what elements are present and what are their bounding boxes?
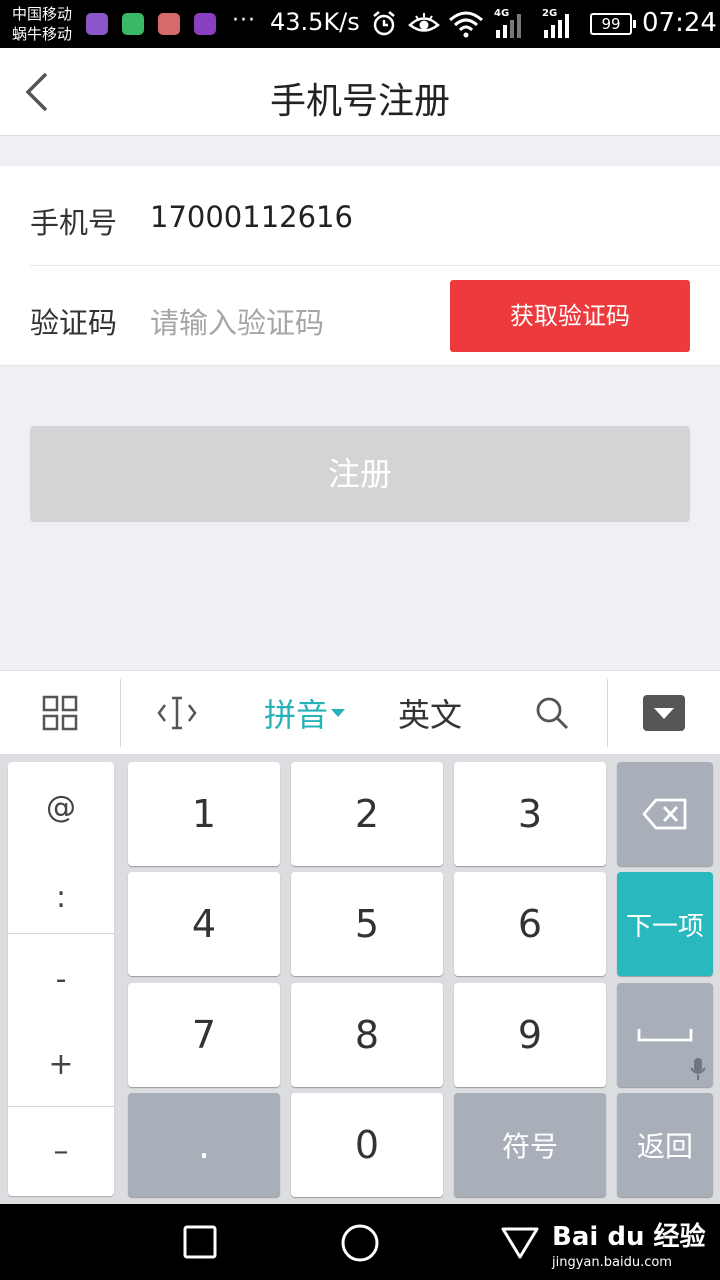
digit-key-4[interactable]: 4 — [128, 872, 280, 976]
carrier-name-2: 蜗牛移动 — [12, 25, 73, 43]
get-code-button[interactable]: 获取验证码 — [450, 280, 690, 352]
symbol-key[interactable]: - — [8, 962, 114, 997]
grid-icon — [42, 695, 78, 731]
symbol-key[interactable]: + — [8, 1047, 114, 1082]
digit-key-0[interactable]: 0 — [291, 1093, 443, 1197]
signal-2g-icon — [544, 14, 569, 38]
symbol-key[interactable]: – — [8, 1134, 114, 1169]
network-speed: 43.5K/s — [270, 8, 360, 36]
cursor-button[interactable] — [122, 671, 232, 755]
baidu-watermark: Bai du 经验 jingyan.baidu.com — [552, 1216, 706, 1270]
notification-app-icon — [122, 13, 144, 35]
carrier-name-1: 中国移动 — [12, 5, 73, 23]
registration-form: 手机号 17000112616 验证码 请输入验证码 获取验证码 — [0, 166, 720, 366]
divider — [8, 1106, 114, 1107]
english-label: 英文 — [397, 696, 462, 734]
recent-apps-button[interactable] — [182, 1224, 218, 1260]
microphone-icon — [690, 1058, 706, 1080]
numeric-keyboard: @ : - + – 1 2 3 4 5 6 下一项 7 8 9 . 0 符号 返… — [0, 754, 720, 1204]
digit-key-8[interactable]: 8 — [291, 983, 443, 1087]
dropdown-triangle-icon — [331, 709, 345, 717]
divider — [30, 265, 720, 266]
next-field-key[interactable]: 下一项 — [617, 872, 713, 976]
space-icon — [637, 1029, 693, 1042]
digit-key-9[interactable]: 9 — [454, 983, 606, 1087]
notification-app-icon — [158, 13, 180, 35]
register-button[interactable]: 注册 — [30, 426, 690, 522]
collapse-keyboard-icon — [643, 695, 685, 731]
digit-key-5[interactable]: 5 — [291, 872, 443, 976]
more-notifications-icon: ··· — [232, 8, 256, 33]
return-key[interactable]: 返回 — [617, 1093, 713, 1197]
symbol-column[interactable]: @ : - + – — [8, 762, 114, 1196]
divider — [8, 933, 114, 934]
notification-app-icon — [86, 13, 108, 35]
pinyin-label: 拼音 — [263, 696, 328, 734]
space-key[interactable] — [617, 983, 713, 1087]
digit-key-3[interactable]: 3 — [454, 762, 606, 866]
backspace-key[interactable] — [617, 762, 713, 866]
toolbar-divider — [120, 679, 121, 747]
page-title: 手机号注册 — [269, 81, 450, 122]
digit-key-1[interactable]: 1 — [128, 762, 280, 866]
dot-key[interactable]: . — [128, 1093, 280, 1197]
symbol-key[interactable]: : — [8, 880, 114, 915]
keyboard-menu-button[interactable] — [0, 671, 120, 755]
clock: 07:24 — [642, 8, 717, 38]
cursor-move-icon — [157, 696, 197, 730]
code-label: 验证码 — [30, 306, 118, 340]
hide-keyboard-button[interactable] — [608, 671, 720, 755]
status-bar: 中国移动 蜗牛移动 ··· 43.5K/s 4G 2G 99 07:24 — [0, 0, 720, 48]
eye-comfort-icon — [408, 13, 440, 32]
phone-input[interactable]: 17000112616 — [150, 200, 353, 234]
signal-4g-icon — [496, 14, 521, 38]
watermark-url: jingyan.baidu.com — [552, 1255, 672, 1270]
wifi-icon — [449, 11, 483, 38]
search-button[interactable] — [500, 671, 604, 755]
system-navigation-bar: Bai du 经验 jingyan.baidu.com — [0, 1204, 720, 1280]
keyboard-toolbar: 拼音 英文 — [0, 670, 720, 754]
notification-app-icon — [194, 13, 216, 35]
digit-key-2[interactable]: 2 — [291, 762, 443, 866]
english-mode-button[interactable]: 英文 — [370, 671, 490, 755]
watermark-logo: Bai du 经验 — [552, 1222, 706, 1252]
home-button[interactable] — [340, 1223, 380, 1263]
symbols-key[interactable]: 符号 — [454, 1093, 606, 1197]
search-icon — [536, 697, 569, 730]
battery-icon: 99 — [590, 13, 636, 35]
pinyin-mode-button[interactable]: 拼音 — [240, 671, 370, 755]
digit-key-7[interactable]: 7 — [128, 983, 280, 1087]
verification-code-input[interactable]: 请输入验证码 — [150, 300, 324, 342]
symbol-key[interactable]: @ — [8, 790, 114, 825]
back-nav-button[interactable] — [500, 1226, 540, 1260]
alarm-icon — [373, 11, 395, 36]
carrier-info: 中国移动 蜗牛移动 — [12, 4, 72, 44]
backspace-icon — [642, 798, 687, 830]
navigation-bar: 手机号注册 — [0, 48, 720, 136]
digit-key-6[interactable]: 6 — [454, 872, 606, 976]
phone-label: 手机号 — [30, 206, 118, 240]
